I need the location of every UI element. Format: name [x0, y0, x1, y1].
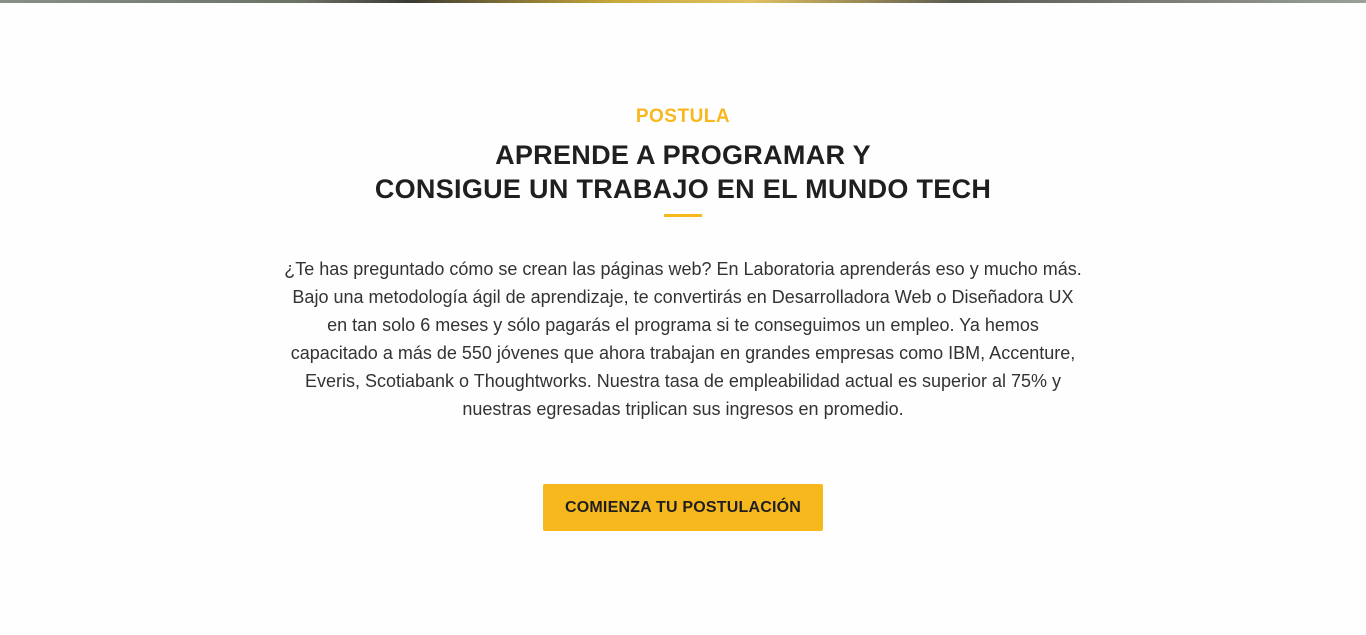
section-title-line-2: CONSIGUE UN TRABAJO EN EL MUNDO TECH — [374, 174, 992, 204]
title-divider — [664, 214, 702, 217]
apply-section: POSTULA APRENDE A PROGRAMAR Y CONSIGUE U… — [0, 0, 1366, 635]
section-description: ¿Te has preguntado cómo se crean las pág… — [284, 259, 1082, 419]
section-title: APRENDE A PROGRAMAR Y CONSIGUE UN TRABAJ… — [0, 138, 1366, 206]
section-eyebrow: POSTULA — [635, 106, 731, 127]
section-title-line-1: APRENDE A PROGRAMAR Y — [495, 140, 871, 170]
start-application-button[interactable]: COMIENZA TU POSTULACIÓN — [543, 484, 823, 531]
